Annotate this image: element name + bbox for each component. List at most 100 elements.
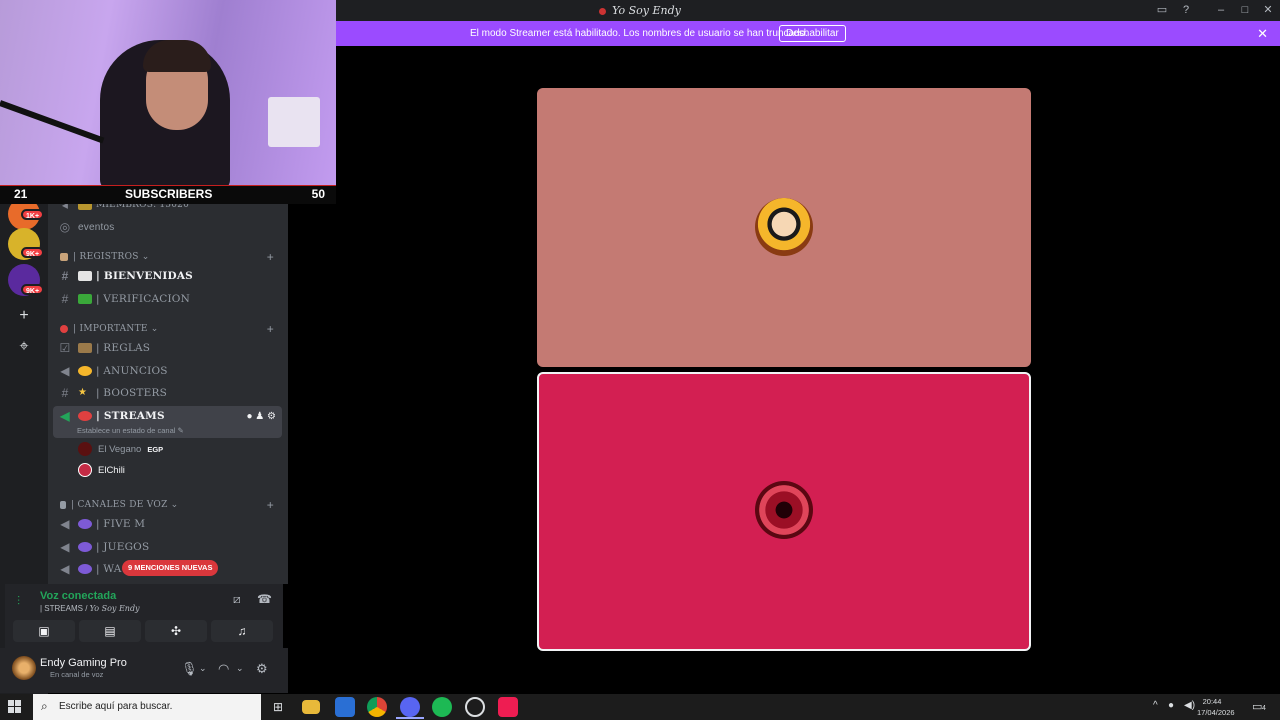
- add-channel-icon[interactable]: +: [267, 322, 274, 336]
- channel-label: | JUEGOS: [96, 541, 150, 553]
- channel-emoji: [78, 411, 92, 421]
- show-hidden-icons[interactable]: ^: [1153, 700, 1158, 711]
- signal-icon[interactable]: ⫶: [17, 594, 20, 609]
- voice-server-name: Yo Soy Endy: [89, 604, 140, 613]
- channel-label: | FIVE M: [96, 518, 146, 530]
- store-icon[interactable]: [335, 697, 355, 717]
- channel-boosters[interactable]: # ★ | BOOSTERS: [56, 382, 282, 404]
- category-label: | CANALES DE VOZ: [71, 500, 168, 510]
- gear-icon[interactable]: ⚙: [256, 661, 268, 677]
- noise-suppression-icon[interactable]: ⧄: [233, 592, 241, 607]
- category-label: | REGISTROS: [73, 252, 139, 262]
- sub-count-right: 50: [311, 187, 325, 201]
- category-voz[interactable]: | CANALES DE VOZ ⌄ +: [60, 497, 282, 513]
- activities-icon: ✣: [170, 624, 182, 638]
- voice-user-name: El Vegano: [98, 443, 142, 455]
- voice-user[interactable]: El Vegano EGP: [78, 440, 163, 458]
- channel-emoji: [78, 294, 92, 304]
- inbox-icon[interactable]: ▭: [1155, 3, 1169, 17]
- chevron-down-icon: ⌄: [170, 500, 179, 510]
- taskbar-search[interactable]: ⌕ Escribe aquí para buscar.: [33, 694, 261, 720]
- channel-sidebar: ◂ MIEMBROS: 15020 ◎ eventos | REGISTROS ⌄ + …: [48, 198, 288, 584]
- user-panel: Endy Gaming Pro En canal de voz 🎙︎ ⌄ ◠ ⌄…: [0, 648, 288, 693]
- user-tag: EGP: [147, 444, 164, 454]
- disable-streamer-button[interactable]: Deshabilitar: [779, 25, 846, 42]
- channel-emoji: [78, 519, 92, 529]
- channel-reglas[interactable]: ☑ | REGLAS: [56, 337, 282, 359]
- soundboard-icon: ♫: [237, 624, 247, 638]
- channel-streams[interactable]: ◀ | STREAMS: [56, 405, 282, 427]
- channel-anuncios[interactable]: ◀ | ANUNCIOS: [56, 360, 282, 382]
- category-registros[interactable]: | REGISTROS ⌄ +: [60, 249, 282, 265]
- voice-channel-name: | STREAMS /: [40, 604, 90, 613]
- mention-badge: 9K+: [21, 284, 45, 295]
- disconnect-icon[interactable]: ☎: [257, 592, 272, 606]
- taskbar: ⌕ Escribe aquí para buscar. ⊞ ^ ● ◀) 20:…: [0, 694, 1280, 720]
- tiktok-icon[interactable]: [498, 697, 518, 717]
- clock-date: 17/04/2026: [1197, 708, 1235, 717]
- chrome-icon[interactable]: [367, 697, 387, 717]
- speaker-icon: ◀: [60, 517, 70, 531]
- add-channel-icon[interactable]: +: [267, 498, 274, 512]
- chevron-down-icon: ⌄: [141, 252, 150, 262]
- discord-icon[interactable]: [400, 697, 420, 717]
- camera-off-icon: ▣: [38, 624, 50, 638]
- category-importante[interactable]: | IMPORTANTE ⌄ +: [60, 321, 282, 337]
- voice-channel-fivem[interactable]: ◀ | FIVE M: [56, 513, 282, 535]
- subscriber-goal-bar: 21 SUBSCRIBERS 50: [0, 186, 336, 204]
- maximize-icon[interactable]: □: [1238, 3, 1252, 17]
- voice-status[interactable]: Voz conectada: [40, 590, 116, 602]
- avatar[interactable]: [12, 656, 36, 680]
- windows-start-icon[interactable]: [8, 700, 22, 714]
- obs-icon[interactable]: [465, 697, 485, 717]
- clock[interactable]: 20:44 17/04/2026: [1197, 696, 1235, 718]
- clock-time: 20:44: [1202, 697, 1222, 706]
- channel-emoji: [78, 564, 92, 574]
- channel-bienvenidas[interactable]: # | BIENVENIDAS: [56, 265, 282, 287]
- headphones-icon[interactable]: ◠: [218, 661, 229, 677]
- screen-share-button[interactable]: ▤: [79, 620, 141, 642]
- channel-status-prompt[interactable]: Establece un estado de canal ✎: [77, 426, 184, 435]
- chevron-down-icon[interactable]: ⌄: [236, 663, 244, 674]
- soundboard-button[interactable]: ♫: [211, 620, 273, 642]
- discover-icon[interactable]: ⌖: [8, 331, 40, 363]
- close-icon[interactable]: ✕: [1257, 26, 1268, 42]
- sub-count-left: 21: [14, 187, 28, 201]
- voice-user-name: ElChili: [98, 464, 125, 476]
- minimize-icon[interactable]: –: [1214, 3, 1228, 17]
- screen-share-icon: ▤: [104, 624, 116, 638]
- speaker-icon: ◀: [60, 562, 70, 576]
- camera-button[interactable]: ▣: [13, 620, 75, 642]
- help-icon[interactable]: ?: [1179, 3, 1193, 17]
- volume-icon[interactable]: ◀): [1184, 700, 1195, 711]
- microphone-icon[interactable]: ●: [1168, 700, 1174, 711]
- file-explorer-icon[interactable]: [302, 700, 320, 714]
- search-placeholder: Escribe aquí para buscar.: [59, 701, 173, 712]
- voice-user[interactable]: ElChili: [78, 461, 125, 479]
- microphone-icon[interactable]: 🎙︎: [181, 661, 198, 677]
- activities-button[interactable]: ✣: [145, 620, 207, 642]
- new-mentions-pill[interactable]: 9 MENCIONES NUEVAS: [122, 560, 219, 576]
- spotify-icon[interactable]: [432, 697, 452, 717]
- username[interactable]: Endy Gaming Pro: [40, 657, 127, 669]
- channel-label: | REGLAS: [96, 342, 151, 354]
- voice-channel-path[interactable]: | STREAMS / Yo Soy Endy: [40, 604, 140, 613]
- category-label: | IMPORTANTE: [73, 324, 148, 334]
- add-server-icon[interactable]: +: [8, 300, 40, 332]
- add-channel-icon[interactable]: +: [267, 250, 274, 264]
- chevron-down-icon[interactable]: ⌄: [199, 663, 207, 674]
- participant-tile-1[interactable]: [537, 88, 1031, 367]
- stage-area: [288, 46, 1280, 694]
- notifications-icon[interactable]: ▭: [1252, 700, 1262, 713]
- channel-emoji: [78, 343, 92, 353]
- task-view-icon[interactable]: ⊞: [268, 697, 288, 717]
- close-icon[interactable]: ✕: [1261, 3, 1275, 17]
- events-item[interactable]: ◎ eventos: [56, 216, 282, 238]
- star-icon: ★: [78, 387, 88, 398]
- webcam-overlay: 21 SUBSCRIBERS 50: [0, 0, 336, 204]
- participant-tile-2[interactable]: [537, 372, 1031, 651]
- channel-verificacion[interactable]: # | VERIFICACION: [56, 288, 282, 310]
- participant-avatar: [755, 198, 813, 256]
- mention-badge: 9K+: [21, 247, 45, 258]
- voice-channel-juegos[interactable]: ◀ | JUEGOS: [56, 536, 282, 558]
